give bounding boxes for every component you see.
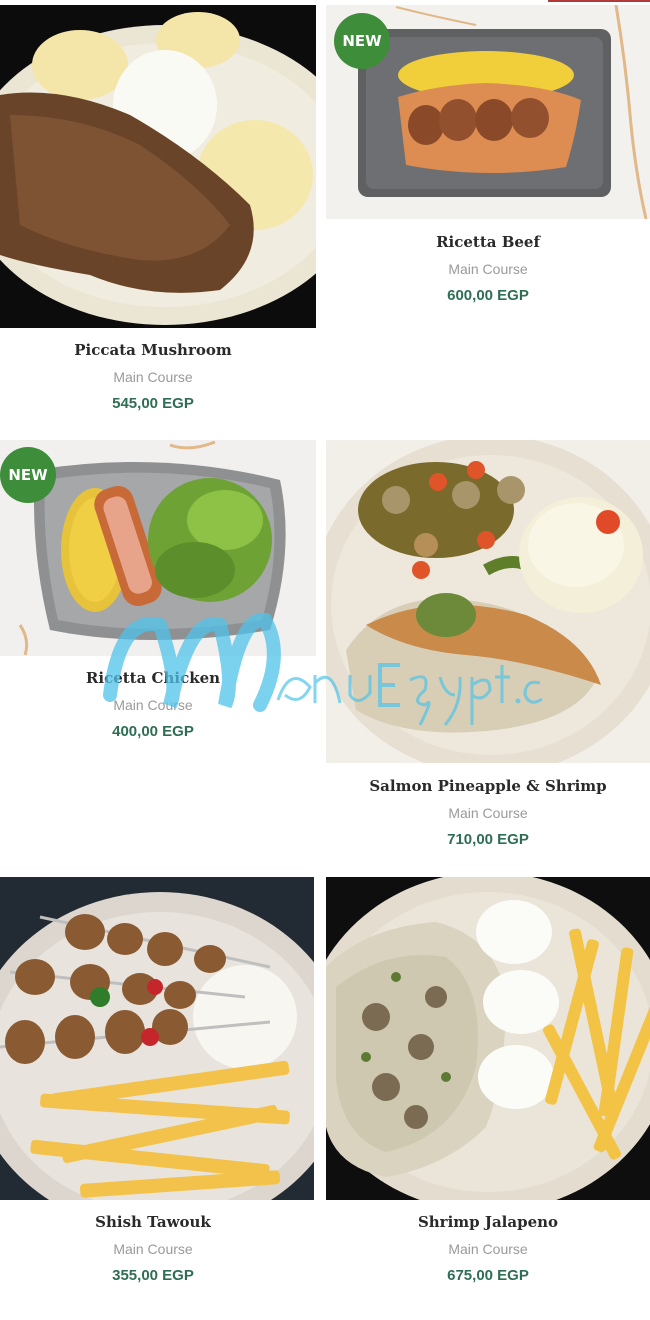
menu-item-salmon-pineapple-shrimp[interactable]: Salmon Pineapple & Shrimp Main Course 71… [326,440,650,870]
item-category: Main Course [448,805,528,821]
item-category: Main Course [113,369,193,385]
item-category: Main Course [448,261,528,277]
item-price: 710,00 EGP [447,831,529,848]
item-name[interactable]: Salmon Pineapple & Shrimp [326,777,650,795]
item-price: 355,00 EGP [112,1267,194,1284]
food-photo[interactable] [0,877,314,1200]
new-badge: NEW [334,13,390,69]
item-info: Salmon Pineapple & Shrimp Main Course 71… [326,777,650,848]
item-price: 545,00 EGP [112,395,194,412]
item-category: Main Course [448,1241,528,1257]
item-category: Main Course [113,697,193,713]
item-info: Shrimp Jalapeno Main Course 675,00 EGP [326,1213,650,1284]
item-price: 600,00 EGP [447,287,529,304]
menu-item-shrimp-jalapeno[interactable]: Shrimp Jalapeno Main Course 675,00 EGP [326,877,650,1307]
item-name[interactable]: Shish Tawouk [0,1213,306,1231]
item-info: Ricetta Chicken Main Course 400,00 EGP [0,669,306,740]
item-price: 400,00 EGP [112,723,194,740]
item-name[interactable]: Ricetta Beef [326,233,650,251]
item-info: Piccata Mushroom Main Course 545,00 EGP [0,341,306,412]
food-photo[interactable] [326,440,650,763]
menu-item-ricetta-chicken[interactable]: NEW Ricetta Chicken Main Course 400,00 E… [0,440,316,870]
item-info: Ricetta Beef Main Course 600,00 EGP [326,233,650,304]
item-info: Shish Tawouk Main Course 355,00 EGP [0,1213,306,1284]
new-badge: NEW [0,447,56,503]
menu-item-ricetta-beef[interactable]: NEW Ricetta Beef Main Course 600,00 EGP [326,0,650,430]
item-price: 675,00 EGP [447,1267,529,1284]
menu-item-piccata-mushroom[interactable]: Piccata Mushroom Main Course 545,00 EGP [0,0,316,430]
item-name[interactable]: Ricetta Chicken [0,669,306,687]
food-photo[interactable] [0,5,316,328]
menu-item-shish-tawouk[interactable]: Shish Tawouk Main Course 355,00 EGP [0,877,316,1307]
item-name[interactable]: Shrimp Jalapeno [326,1213,650,1231]
item-category: Main Course [113,1241,193,1257]
item-name[interactable]: Piccata Mushroom [0,341,306,359]
food-photo[interactable] [326,877,650,1200]
